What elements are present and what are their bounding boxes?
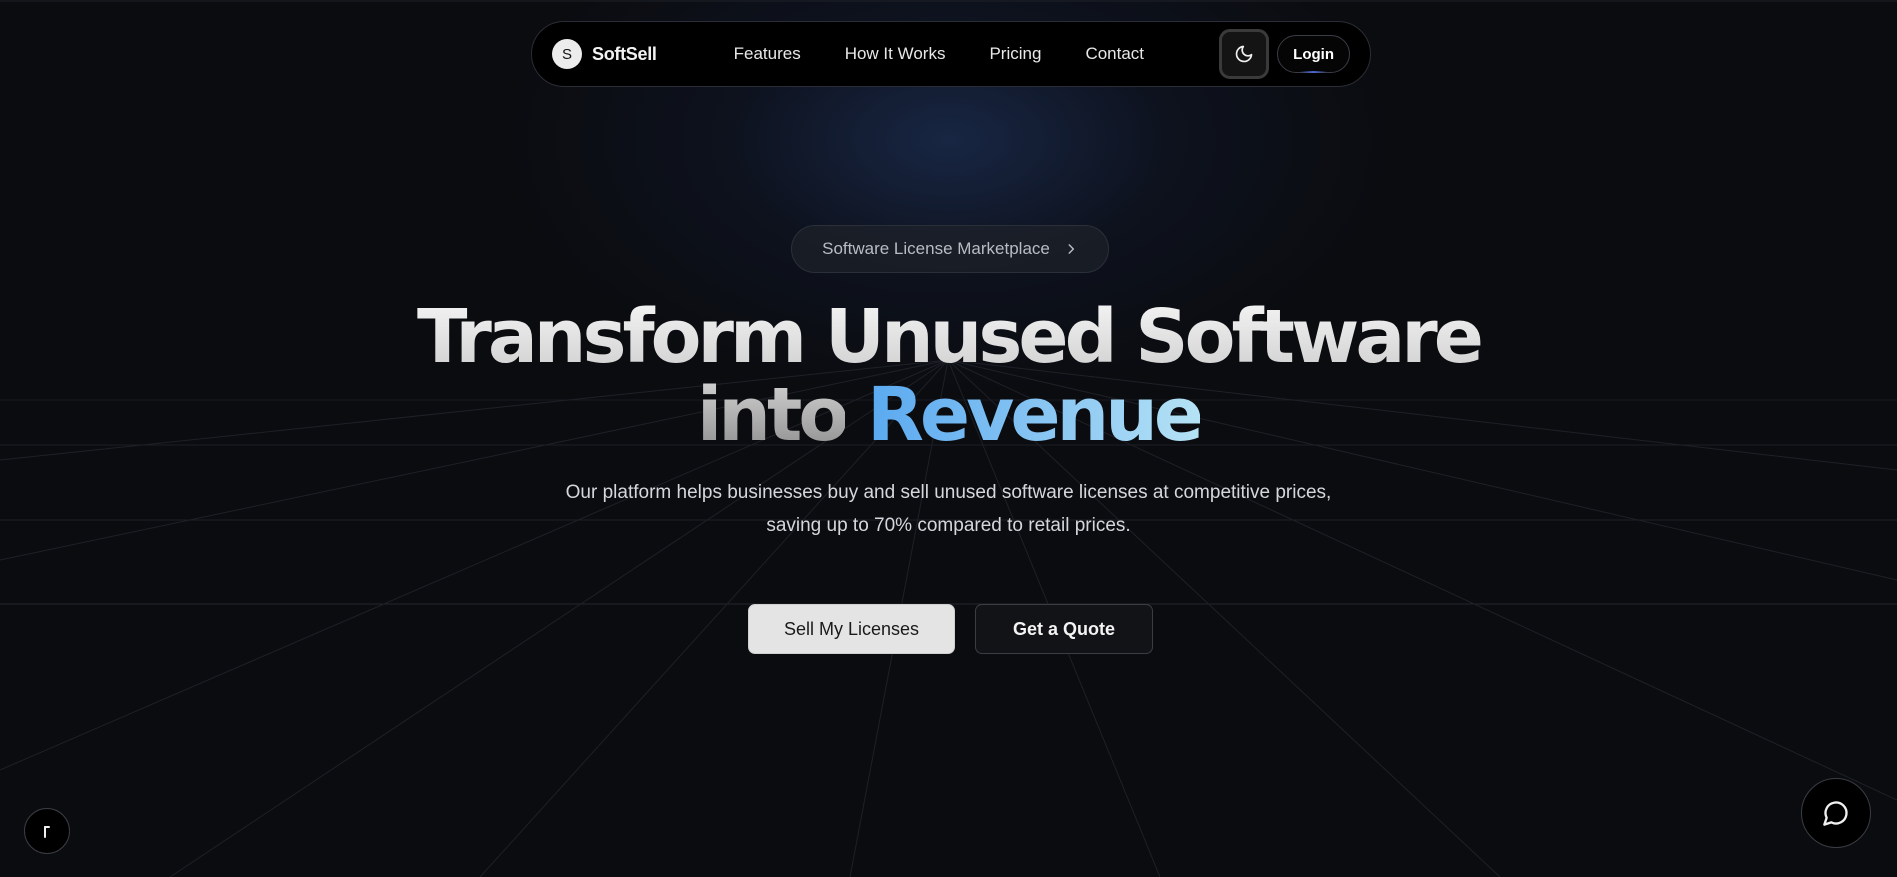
hero-headline: Transform Unused Software into Revenue: [0, 298, 1897, 454]
nav-link-how-it-works[interactable]: How It Works: [845, 44, 946, 64]
brand-mark: S: [552, 39, 582, 69]
marketplace-badge[interactable]: Software License Marketplace: [791, 225, 1109, 273]
top-navbar: S SoftSell Features How It Works Pricing…: [531, 21, 1371, 87]
sell-licenses-button[interactable]: Sell My Licenses: [748, 604, 955, 654]
get-quote-button[interactable]: Get a Quote: [975, 604, 1153, 654]
subtitle-line-1: Our platform helps businesses buy and se…: [565, 482, 1332, 503]
subtitle-line-2: saving up to 70% compared to retail pric…: [766, 515, 1131, 536]
nav-link-pricing[interactable]: Pricing: [989, 44, 1041, 64]
login-button[interactable]: Login: [1277, 35, 1350, 73]
theme-toggle-button[interactable]: [1219, 29, 1270, 79]
headline-plain-word: into: [696, 372, 849, 458]
badge-label: Software License Marketplace: [822, 239, 1050, 258]
nav-link-contact[interactable]: Contact: [1085, 44, 1144, 64]
nav-actions: Login: [1219, 29, 1350, 79]
cursor-icon: [44, 826, 50, 838]
nav-link-features[interactable]: Features: [734, 44, 801, 64]
moon-icon: [1235, 45, 1253, 63]
hero-subtitle: Our platform helps businesses buy and se…: [0, 476, 1897, 542]
nav-links: Features How It Works Pricing Contact: [734, 44, 1144, 64]
landing-page: S SoftSell Features How It Works Pricing…: [0, 0, 1897, 877]
headline-accent-word: Revenue: [866, 372, 1204, 458]
headline-line-2: into Revenue: [0, 376, 1897, 454]
chevron-right-icon: [1068, 244, 1074, 254]
corner-floating-button[interactable]: [24, 808, 70, 854]
chat-bubble-icon: [1823, 801, 1848, 826]
chat-button[interactable]: [1801, 778, 1871, 848]
headline-line-1: Transform Unused Software: [0, 298, 1897, 376]
brand-name: SoftSell: [592, 43, 657, 64]
brand-logo[interactable]: S SoftSell: [552, 39, 657, 69]
